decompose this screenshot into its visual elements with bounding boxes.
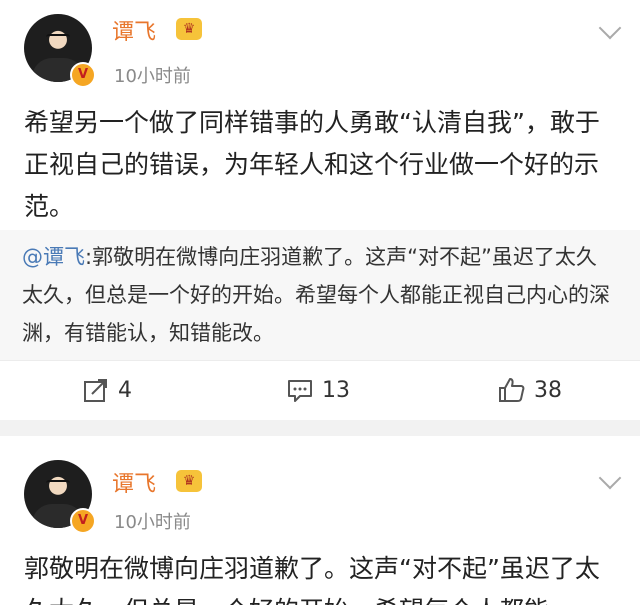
post-text: 希望另一个做了同样错事的人勇敢“认清自我”，敢于正视自己的错误，为年轻人和这个行… xyxy=(24,108,600,221)
chevron-down-icon[interactable] xyxy=(598,16,622,40)
mention-link[interactable]: @谭飞 xyxy=(22,245,85,269)
glasses xyxy=(46,480,70,488)
like-button[interactable]: 38 xyxy=(498,375,562,405)
post-text: 郭敬明在微博向庄羽道歉了。这声“对不起”虽迟了太久太久，但总是一个好的开始。希望… xyxy=(24,554,600,605)
like-count: 38 xyxy=(534,377,562,403)
author-name[interactable]: 谭飞 xyxy=(112,14,156,46)
post-time: 10小时前 xyxy=(114,66,191,87)
verified-badge-icon: V xyxy=(70,508,96,534)
repost-box[interactable]: @谭飞:郭敬明在微博向庄羽道歉了。这声“对不起”虽迟了太久太久，但总是一个好的开… xyxy=(0,230,640,360)
repost-content: @谭飞:郭敬明在微博向庄羽道歉了。这声“对不起”虽迟了太久太久，但总是一个好的开… xyxy=(22,238,616,352)
author-name[interactable]: 谭飞 xyxy=(112,466,156,498)
comment-icon xyxy=(288,380,312,402)
crown-icon: ♛ xyxy=(176,470,202,492)
chevron-down-icon[interactable] xyxy=(598,466,622,490)
post-time: 10小时前 xyxy=(114,512,191,533)
comment-button[interactable]: 13 xyxy=(286,375,350,405)
weibo-post: V 谭飞 ♛ 10小时前 希望另一个做了同样错事的人勇敢“认清自我”，敢于正视自… xyxy=(0,0,640,420)
crown-icon: ♛ xyxy=(176,18,202,40)
action-bar: 4 13 38 xyxy=(0,360,640,421)
glasses xyxy=(46,34,70,42)
thumbs-up-icon xyxy=(499,378,525,402)
repost-count: 4 xyxy=(118,377,132,403)
repost-button[interactable]: 4 xyxy=(82,375,132,405)
repost-text: :郭敬明在微博向庄羽道歉了。这声“对不起”虽迟了太久太久，但总是一个好的开始。希… xyxy=(22,245,610,345)
comment-count: 13 xyxy=(322,377,350,403)
repost-icon xyxy=(84,379,107,402)
weibo-post: V 谭飞 ♛ 10小时前 郭敬明在微博向庄羽道歉了。这声“对不起”虽迟了太久太久… xyxy=(0,436,640,605)
verified-badge-icon: V xyxy=(70,62,96,88)
